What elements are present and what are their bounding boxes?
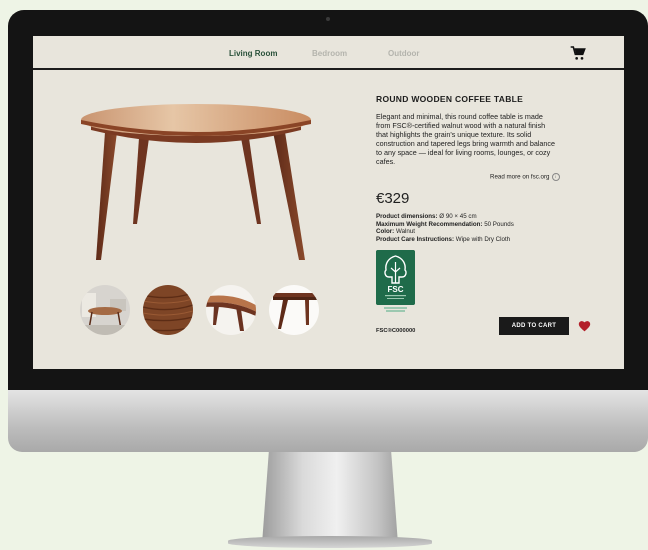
heart-icon[interactable] (578, 320, 591, 332)
product-description: Elegant and minimal, this round coffee t… (376, 112, 555, 166)
fsc-logo-icon: FSC (376, 250, 415, 305)
spec-row: Product dimensions: Ø 90 × 45 cm (376, 213, 477, 220)
screen: Living Room Bedroom Outdoor ROUND WOODEN… (33, 36, 624, 369)
tab-outdoor[interactable]: Outdoor (388, 49, 420, 58)
add-to-cart-button[interactable]: ADD TO CART (499, 317, 569, 335)
read-more-link[interactable]: Read more on fsc.org i (490, 173, 560, 181)
product-title: ROUND WOODEN COFFEE TABLE (376, 94, 524, 104)
navbar: Living Room Bedroom Outdoor (33, 36, 624, 70)
thumbnail-4[interactable] (269, 285, 319, 335)
product-specs: Product dimensions: Ø 90 × 45 cm Maximum… (376, 213, 596, 243)
thumbnail-2[interactable] (143, 285, 193, 335)
camera-dot (326, 17, 330, 21)
cart-icon[interactable] (570, 45, 586, 61)
monitor-chin (8, 390, 648, 452)
tab-bedroom[interactable]: Bedroom (312, 49, 347, 58)
product-image (81, 104, 311, 260)
fsc-code: FSC®C000000 (376, 328, 416, 334)
spec-row: Color: Walnut (376, 228, 415, 235)
fsc-caption (376, 307, 415, 312)
thumbnail-1[interactable] (80, 285, 130, 335)
spec-row: Maximum Weight Recommendation: 50 Pounds (376, 220, 514, 228)
tab-living-room[interactable]: Living Room (229, 49, 277, 58)
monitor-stand-base (228, 536, 432, 548)
monitor-stand (262, 452, 398, 544)
read-more-label: Read more on fsc.org (490, 173, 550, 181)
thumbnail-3[interactable] (206, 285, 256, 335)
svg-text:FSC: FSC (388, 285, 404, 294)
spec-row: Product Care Instructions: Wipe with Dry… (376, 235, 511, 243)
info-icon: i (551, 173, 560, 181)
product-price: €329 (376, 190, 410, 207)
